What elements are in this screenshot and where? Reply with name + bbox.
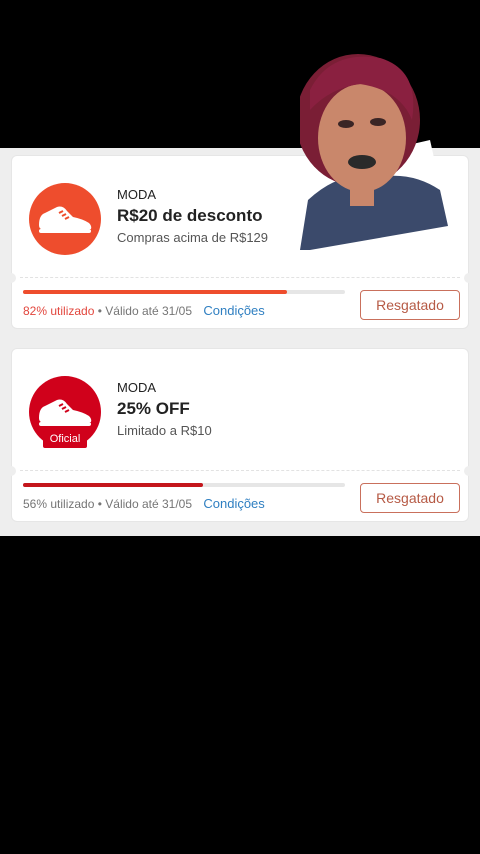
conditions-link[interactable]: Condições	[203, 496, 264, 511]
divider	[20, 277, 460, 278]
presenter-video-overlay	[300, 50, 448, 250]
usage-progress-fill	[23, 483, 204, 487]
ticket-notch	[464, 466, 474, 476]
coupon-category: MODA	[117, 187, 156, 202]
shop-logo	[29, 183, 101, 255]
coupon-card[interactable]: Oficial MODA 25% OFF Limitado a R$10 56%…	[6, 348, 474, 522]
redeemed-button[interactable]: Resgatado	[360, 483, 460, 513]
sneaker-icon	[39, 206, 92, 233]
redeemed-button[interactable]: Resgatado	[360, 290, 460, 320]
official-badge: Oficial	[43, 431, 87, 448]
usage-text: 82% utilizado	[23, 304, 95, 318]
coupon-subtitle: Compras acima de R$129	[117, 230, 269, 245]
coupon-title: 25% OFF	[117, 399, 190, 418]
conditions-link[interactable]: Condições	[203, 303, 264, 318]
sneaker-icon	[39, 399, 92, 426]
presenter-image	[300, 54, 448, 250]
divider	[20, 470, 460, 471]
ticket-notch	[464, 273, 474, 283]
usage-text: 56% utilizado	[23, 497, 95, 511]
usage-progress-bar	[23, 483, 345, 487]
coupon-subtitle: Limitado a R$10	[117, 423, 212, 438]
coupon-meta: 56% utilizado • Válido até 31/05 Condiçõ…	[23, 496, 265, 511]
usage-progress-fill	[23, 290, 288, 294]
ticket-notch	[6, 466, 16, 476]
ticket-notch	[6, 273, 16, 283]
validity-text: • Válido até 31/05	[97, 304, 193, 318]
coupon-category: MODA	[117, 380, 156, 395]
coupon-title: R$20 de desconto	[117, 206, 263, 225]
coupon-meta: 82% utilizado • Válido até 31/05 Condiçõ…	[23, 303, 265, 318]
validity-text: • Válido até 31/05	[97, 497, 193, 511]
usage-progress-bar	[23, 290, 345, 294]
